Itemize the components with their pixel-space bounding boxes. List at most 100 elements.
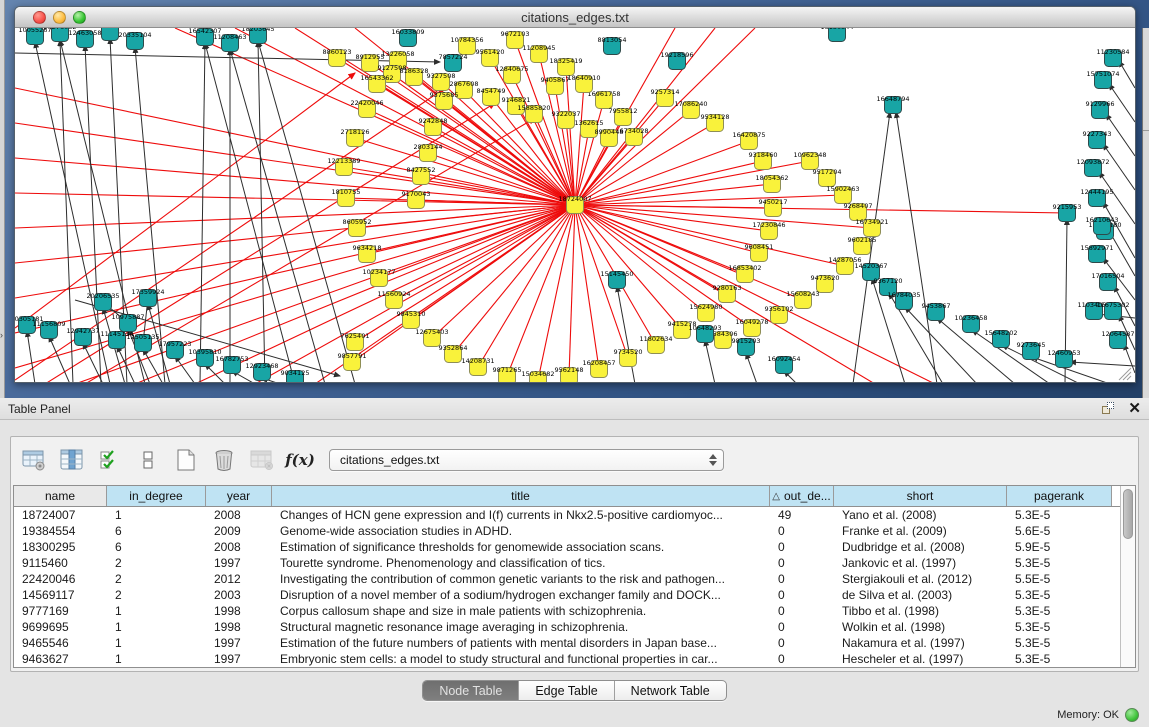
window-titlebar[interactable]: citations_edges.txt [15, 7, 1135, 28]
network-node[interactable]: 15624980 [689, 303, 722, 322]
network-node[interactable]: 1810755 [332, 188, 361, 207]
network-edge[interactable] [1103, 144, 1135, 190]
network-node[interactable]: 7857224 [439, 53, 468, 72]
network-node[interactable]: 17957223 [158, 340, 191, 359]
new-table-icon[interactable] [173, 447, 199, 473]
network-node[interactable]: 15902463 [826, 185, 859, 204]
network-node[interactable]: 12923468 [245, 362, 278, 381]
resize-grip-icon[interactable] [1127, 376, 1131, 380]
network-node[interactable]: 9170043 [402, 190, 431, 209]
network-node[interactable]: 9227343 [1083, 130, 1112, 149]
close-window-button[interactable] [33, 11, 46, 24]
network-node[interactable]: 2803144 [414, 143, 443, 162]
network-node[interactable]: 11208463 [213, 33, 246, 52]
network-edge[interactable] [575, 195, 843, 205]
select-rows-icon[interactable] [97, 447, 123, 473]
network-node[interactable]: 9034125 [281, 369, 310, 382]
show-column-icon[interactable] [59, 447, 85, 473]
network-node[interactable]: 10236458 [954, 314, 987, 333]
table-row[interactable]: 2242004622012Investigating the contribut… [14, 571, 1120, 587]
memory-status-button[interactable] [1125, 708, 1139, 722]
network-node[interactable]: 9562148 [555, 366, 584, 382]
network-edge[interactable] [1119, 61, 1135, 88]
network-node[interactable]: 16092454 [767, 355, 800, 374]
network-node[interactable]: 9871265 [493, 366, 522, 382]
network-edge[interactable] [705, 340, 715, 382]
column-header-short[interactable]: short [834, 486, 1007, 506]
network-node[interactable]: 10962348 [793, 151, 826, 170]
column-header-out_de[interactable]: △out_de... [770, 486, 834, 506]
network-node[interactable]: 9845310 [397, 310, 426, 329]
network-edge[interactable] [1124, 344, 1135, 373]
network-node[interactable]: 16033809 [391, 28, 424, 47]
network-node[interactable]: 16648794 [876, 95, 909, 114]
network-node[interactable]: 9450217 [759, 198, 788, 217]
network-node[interactable]: 9318460 [749, 151, 778, 170]
network-edge[interactable] [394, 205, 575, 300]
delete-rows-icon[interactable] [211, 447, 237, 473]
network-node[interactable]: 9215953 [1053, 203, 1082, 222]
minimize-window-button[interactable] [53, 11, 66, 24]
table-row[interactable]: 977716911998Corpus callosum shape and si… [14, 603, 1120, 619]
float-panel-icon[interactable] [1102, 402, 1116, 415]
network-edge[interactable] [575, 205, 706, 313]
column-header-pagerank[interactable]: pagerank [1007, 486, 1112, 506]
network-edge[interactable] [258, 41, 355, 382]
network-node[interactable]: 9857791 [338, 352, 367, 371]
network-node[interactable]: 12463058 [68, 29, 101, 48]
network-node[interactable]: 10975887 [111, 313, 144, 332]
network-node[interactable]: 11230584 [1096, 48, 1129, 67]
network-node[interactable]: 10234177 [362, 268, 395, 287]
network-edge[interactable] [746, 353, 757, 382]
zoom-window-button[interactable] [73, 11, 86, 24]
network-node[interactable]: 9634218 [353, 244, 382, 263]
table-row[interactable]: 969969511998Structural magnetic resonanc… [14, 619, 1120, 635]
network-edge[interactable] [507, 205, 575, 376]
control-panel-edge[interactable]: › [0, 0, 5, 398]
network-node[interactable]: 9280163 [713, 284, 742, 303]
network-node[interactable]: 16208457 [582, 359, 615, 378]
network-node[interactable]: 17016504 [1091, 272, 1124, 291]
network-node[interactable]: 18130544 [820, 28, 853, 42]
network-node[interactable]: 12460953 [1047, 349, 1080, 368]
network-edge[interactable] [175, 356, 195, 382]
close-panel-icon[interactable]: ✕ [1128, 401, 1141, 416]
network-node[interactable]: 8813054 [598, 36, 627, 55]
network-node[interactable]: 2718126 [341, 128, 370, 147]
network-edge[interactable] [575, 205, 845, 266]
network-node[interactable]: 20335104 [118, 31, 151, 50]
network-node[interactable]: 16853402 [728, 264, 761, 283]
network-node[interactable]: 16961758 [587, 90, 620, 109]
network-edge[interactable] [575, 205, 1067, 213]
network-node[interactable]: 16049278 [735, 318, 768, 337]
network-node[interactable]: 9273645 [1017, 341, 1046, 360]
column-header-title[interactable]: title [272, 486, 770, 506]
network-node[interactable]: 16784035 [887, 291, 920, 310]
network-node[interactable]: 16420875 [732, 131, 765, 150]
network-edge[interactable] [15, 123, 575, 205]
network-node[interactable]: 15751074 [1086, 70, 1119, 89]
scrollbar-thumb[interactable] [1123, 489, 1133, 539]
network-node[interactable]: 9405867 [541, 76, 570, 95]
tab-node-table[interactable]: Node Table [423, 681, 519, 700]
network-node[interactable]: 7955812 [609, 107, 638, 126]
network-edge[interactable] [896, 112, 937, 382]
network-edge[interactable] [85, 118, 535, 382]
row-height-icon[interactable] [135, 447, 161, 473]
column-header-in_degree[interactable]: in_degree [107, 486, 206, 506]
network-edge[interactable] [575, 161, 763, 205]
network-edge[interactable] [205, 43, 295, 382]
table-row[interactable]: 1456911722003Disruption of a novel membe… [14, 587, 1120, 603]
tab-edge-table[interactable]: Edge Table [519, 681, 614, 700]
network-node[interactable]: 9561420 [476, 48, 505, 67]
table-row[interactable]: 1872400712008Changes of HCN gene express… [14, 507, 1120, 523]
network-node[interactable]: 12840675 [495, 65, 528, 84]
network-node[interactable]: 18054362 [755, 174, 788, 193]
tab-network-table[interactable]: Network Table [615, 681, 726, 700]
results-panel-edge[interactable] [1142, 28, 1149, 398]
network-node[interactable]: 15034682 [521, 370, 554, 382]
column-header-year[interactable]: year [206, 486, 272, 506]
network-edge[interactable] [27, 331, 35, 382]
network-edge[interactable] [200, 43, 205, 382]
network-node[interactable]: 9608451 [745, 243, 774, 262]
